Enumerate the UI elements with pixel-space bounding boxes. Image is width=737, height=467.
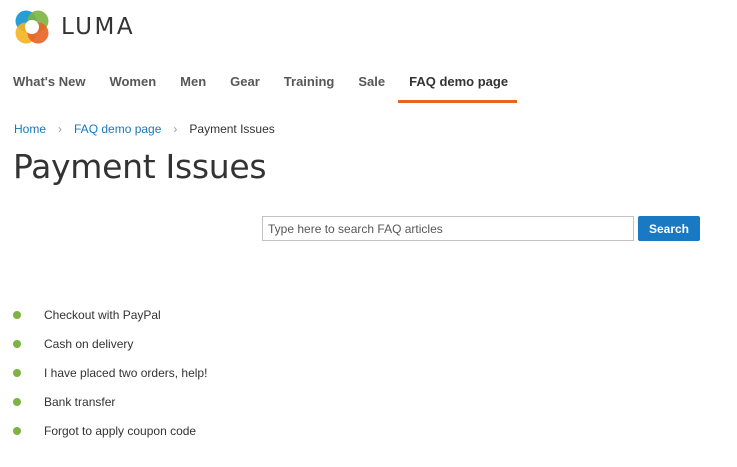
nav-item-gear[interactable]: Gear (217, 62, 271, 100)
header: LUMA (14, 8, 135, 46)
faq-search: Search (262, 216, 700, 241)
nav-item-faq-demo-page[interactable]: FAQ demo page (396, 62, 519, 103)
bullet-icon (13, 368, 21, 377)
bullet-icon (13, 426, 21, 435)
faq-item[interactable]: Cash on delivery (13, 329, 207, 358)
nav-item-women[interactable]: Women (96, 62, 167, 100)
faq-item[interactable]: Bank transfer (13, 387, 207, 416)
faq-item[interactable]: Forgot to apply coupon code (13, 416, 207, 445)
nav-item-men[interactable]: Men (167, 62, 217, 100)
faq-item[interactable]: Checkout with PayPal (13, 300, 207, 329)
breadcrumb: Home › FAQ demo page › Payment Issues (14, 122, 275, 136)
nav-item-whats-new[interactable]: What's New (0, 62, 96, 100)
luma-logo-icon[interactable] (14, 9, 50, 45)
nav-item-training[interactable]: Training (271, 62, 346, 100)
nav-item-sale[interactable]: Sale (345, 62, 396, 100)
bullet-icon (13, 339, 21, 348)
breadcrumb-faq-link[interactable]: FAQ demo page (74, 122, 161, 136)
bullet-icon (13, 310, 21, 319)
page-title: Payment Issues (13, 147, 267, 186)
breadcrumb-current: Payment Issues (189, 122, 275, 136)
faq-item-label[interactable]: Forgot to apply coupon code (44, 424, 196, 438)
faq-item-label[interactable]: Cash on delivery (44, 337, 133, 351)
faq-item-label[interactable]: Bank transfer (44, 395, 115, 409)
bullet-icon (13, 397, 21, 406)
faq-item[interactable]: I have placed two orders, help! (13, 358, 207, 387)
breadcrumb-separator: › (173, 122, 178, 136)
brand-name[interactable]: LUMA (61, 14, 135, 40)
faq-list: Checkout with PayPal Cash on delivery I … (13, 300, 207, 445)
breadcrumb-separator: › (58, 122, 63, 136)
faq-search-input[interactable] (262, 216, 634, 241)
faq-item-label[interactable]: I have placed two orders, help! (44, 366, 207, 380)
main-navigation: What's New Women Men Gear Training Sale … (0, 62, 737, 103)
faq-item-label[interactable]: Checkout with PayPal (44, 308, 161, 322)
breadcrumb-home-link[interactable]: Home (14, 122, 46, 136)
search-button[interactable]: Search (638, 216, 700, 241)
